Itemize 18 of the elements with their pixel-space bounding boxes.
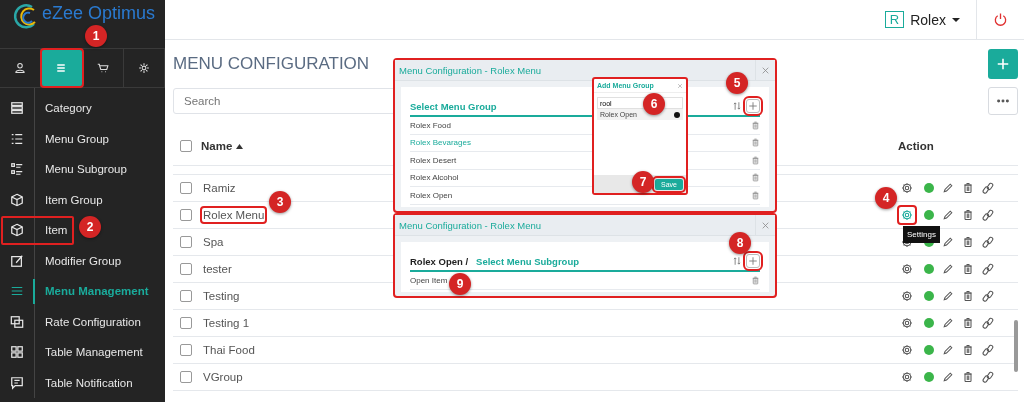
table-cell-text: VGroup — [202, 370, 244, 385]
table-cell-text: Spa — [202, 235, 225, 250]
step-badge: 4 — [875, 187, 897, 209]
column-header: Action — [898, 140, 935, 152]
tooltip: Settings — [903, 226, 940, 243]
section-heading: Select Menu Subgroup — [476, 255, 579, 267]
table-cell-text: Thai Food — [202, 343, 256, 358]
table-cell-text: Testing — [202, 289, 241, 304]
table-cell-text: Testing 1 — [202, 316, 251, 331]
table-cell-text: tester — [202, 262, 233, 277]
section-heading: Select Menu Group — [410, 100, 497, 112]
dialog-title: Menu Configuration - Rolex Menu — [398, 219, 542, 231]
brand-name: eZee Optimus — [42, 3, 156, 24]
table-cell: Rolex Menu — [201, 207, 267, 223]
step-badge: 3 — [269, 191, 291, 213]
dialog-title: Menu Configuration - Rolex Menu — [398, 64, 542, 76]
page-title: MENU CONFIGURATION — [173, 54, 370, 74]
table-cell-text: Ramiz — [202, 181, 237, 196]
